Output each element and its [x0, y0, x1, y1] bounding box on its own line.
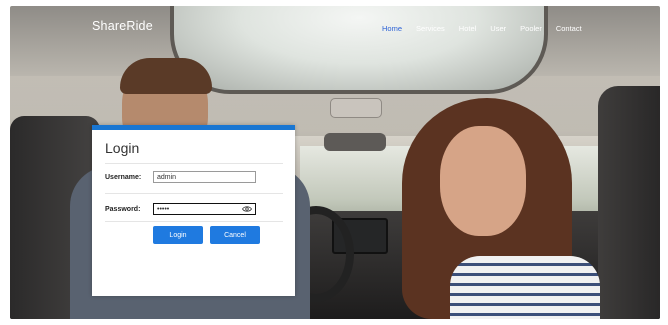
rearview-mirror	[324, 133, 386, 151]
brand-logo[interactable]: ShareRide	[92, 19, 153, 33]
login-card: Login Username: admin Password: ••••• Lo…	[92, 125, 295, 296]
login-title: Login	[105, 140, 140, 156]
main-nav: Home Services Hotel User Pooler Contact	[382, 24, 596, 33]
overhead-console	[330, 98, 382, 118]
nav-user[interactable]: User	[490, 24, 506, 33]
password-value: •••••	[157, 206, 170, 213]
username-divider	[105, 193, 283, 194]
title-divider	[105, 163, 283, 164]
username-label: Username:	[105, 174, 142, 181]
nav-services[interactable]: Services	[416, 24, 445, 33]
eye-icon[interactable]	[242, 205, 252, 213]
login-button[interactable]: Login	[153, 226, 203, 244]
password-field[interactable]: •••••	[153, 203, 256, 215]
nav-contact[interactable]: Contact	[556, 24, 582, 33]
username-field[interactable]: admin	[153, 171, 256, 183]
nav-home[interactable]: Home	[382, 24, 402, 33]
cancel-button[interactable]: Cancel	[210, 226, 260, 244]
password-divider	[105, 221, 283, 222]
passenger-body	[450, 256, 600, 319]
right-seat	[598, 86, 660, 319]
driver-hair	[120, 58, 212, 94]
passenger-face	[440, 126, 526, 236]
password-label: Password:	[105, 206, 141, 213]
car-sunroof	[170, 6, 548, 94]
nav-pooler[interactable]: Pooler	[520, 24, 542, 33]
nav-hotel[interactable]: Hotel	[459, 24, 477, 33]
username-value: admin	[157, 174, 177, 181]
hero-background: ShareRide Home Services Hotel User Poole…	[10, 6, 660, 319]
